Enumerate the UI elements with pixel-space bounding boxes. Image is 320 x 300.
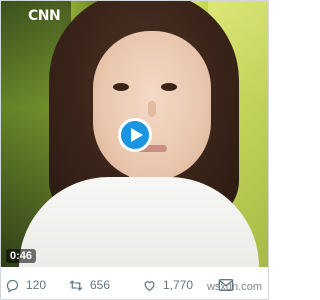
reply-count: 120 [26,278,47,292]
watermark-text: wsxdn.com [206,281,262,293]
like-button[interactable]: 1,770 [142,276,193,294]
reply-icon [6,279,19,293]
video-player[interactable]: CNN 0:46 [1,1,268,267]
like-count: 1,770 [163,278,194,292]
retweet-icon [69,279,83,291]
video-frame-eye-right [161,83,177,91]
play-icon [130,128,143,142]
video-duration: 0:46 [6,249,37,263]
reply-button[interactable]: 120 [5,276,46,294]
cnn-logo: CNN [28,8,61,24]
heart-icon [144,280,155,291]
play-button[interactable] [118,118,152,152]
retweet-count: 656 [90,278,111,292]
retweet-button[interactable]: 656 [68,276,110,294]
video-frame-nose [148,101,156,117]
video-frame-eye-left [113,83,129,91]
